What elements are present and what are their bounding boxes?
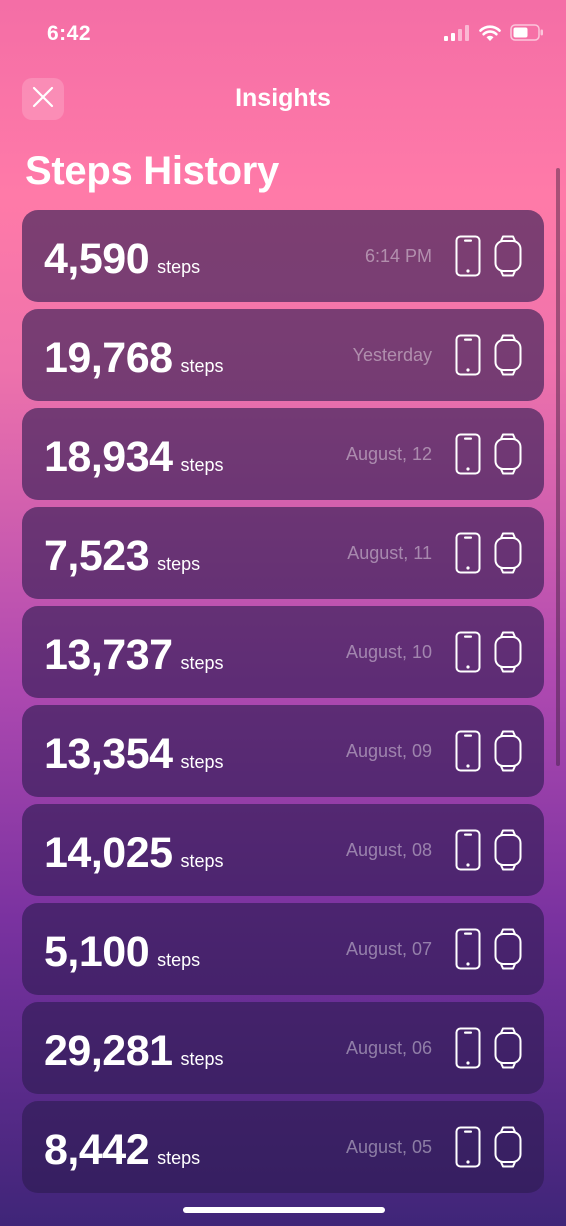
history-row[interactable]: 5,100 steps August, 07	[22, 903, 544, 995]
device-icons	[455, 334, 523, 381]
device-icons	[455, 829, 523, 876]
step-count: 29,281 steps	[44, 1027, 224, 1076]
home-indicator[interactable]	[183, 1207, 385, 1213]
row-date: August, 10	[345, 642, 432, 662]
watch-icon	[493, 334, 523, 381]
device-icons	[455, 1126, 523, 1173]
history-row[interactable]: 13,354 steps August, 09	[22, 705, 544, 797]
step-count-value: 8,442	[44, 1126, 150, 1174]
row-date: August, 11	[347, 543, 432, 563]
page-title: Steps History	[25, 149, 279, 193]
step-count-unit: steps	[157, 1148, 201, 1168]
phone-icon	[455, 334, 481, 381]
phone-icon	[455, 433, 481, 480]
row-date: Yesterday	[352, 345, 432, 365]
status-icons	[444, 24, 544, 46]
phone-icon	[455, 1126, 481, 1173]
scrollbar[interactable]	[556, 168, 560, 766]
row-date: 6:14 PM	[364, 246, 432, 266]
step-count-unit: steps	[157, 257, 201, 277]
step-count-unit: steps	[180, 1049, 224, 1069]
watch-icon	[493, 631, 523, 678]
watch-icon	[493, 433, 523, 480]
row-date: August, 07	[345, 939, 432, 959]
cellular-signal-icon	[444, 24, 470, 46]
history-row[interactable]: 19,768 steps Yesterday	[22, 309, 544, 401]
step-count: 8,442 steps	[44, 1126, 200, 1175]
step-count: 14,025 steps	[44, 829, 224, 878]
history-row[interactable]: 4,590 steps 6:14 PM	[22, 210, 544, 302]
device-icons	[455, 532, 523, 579]
history-row[interactable]: 18,934 steps August, 12	[22, 408, 544, 500]
status-time: 6:42	[47, 22, 92, 45]
phone-icon	[455, 730, 481, 777]
step-count-unit: steps	[180, 851, 224, 871]
phone-icon	[455, 532, 481, 579]
step-count-value: 19,768	[44, 334, 173, 382]
watch-icon	[493, 235, 523, 282]
watch-icon	[493, 829, 523, 876]
status-bar: 6:42	[0, 0, 566, 60]
phone-icon	[455, 235, 481, 282]
step-count-unit: steps	[157, 554, 201, 574]
step-count-value: 29,281	[44, 1027, 173, 1075]
step-count-unit: steps	[180, 356, 224, 376]
phone-icon	[455, 928, 481, 975]
step-count: 18,934 steps	[44, 433, 224, 482]
phone-icon	[455, 829, 481, 876]
step-count-unit: steps	[157, 950, 201, 970]
watch-icon	[493, 928, 523, 975]
battery-icon	[510, 24, 544, 46]
watch-icon	[493, 730, 523, 777]
step-count-value: 5,100	[44, 928, 150, 976]
wifi-icon	[479, 24, 501, 46]
step-count-value: 13,737	[44, 631, 173, 679]
row-date: August, 06	[345, 1038, 432, 1058]
phone-icon	[455, 1027, 481, 1074]
step-count-value: 13,354	[44, 730, 173, 778]
step-count-value: 7,523	[44, 532, 150, 580]
row-date: August, 12	[345, 444, 432, 464]
step-count-value: 14,025	[44, 829, 173, 877]
history-row[interactable]: 14,025 steps August, 08	[22, 804, 544, 896]
device-icons	[455, 1027, 523, 1074]
step-count-unit: steps	[180, 752, 224, 772]
step-count: 19,768 steps	[44, 334, 224, 383]
device-icons	[455, 928, 523, 975]
row-date: August, 08	[345, 840, 432, 860]
phone-icon	[455, 631, 481, 678]
step-count: 5,100 steps	[44, 928, 200, 977]
step-count: 4,590 steps	[44, 235, 200, 284]
step-count-value: 4,590	[44, 235, 150, 283]
history-row[interactable]: 7,523 steps August, 11	[22, 507, 544, 599]
device-icons	[455, 730, 523, 777]
row-date: August, 05	[345, 1137, 432, 1157]
history-row[interactable]: 8,442 steps August, 05	[22, 1101, 544, 1193]
step-count-unit: steps	[180, 653, 224, 673]
step-count-unit: steps	[180, 455, 224, 475]
history-row[interactable]: 29,281 steps August, 06	[22, 1002, 544, 1094]
nav-title: Insights	[235, 84, 331, 112]
row-date: August, 09	[345, 741, 432, 761]
step-count: 7,523 steps	[44, 532, 200, 581]
watch-icon	[493, 532, 523, 579]
device-icons	[455, 631, 523, 678]
step-count-value: 18,934	[44, 433, 173, 481]
step-count: 13,737 steps	[44, 631, 224, 680]
device-icons	[455, 433, 523, 480]
watch-icon	[493, 1027, 523, 1074]
device-icons	[455, 235, 523, 282]
step-count: 13,354 steps	[44, 730, 224, 779]
watch-icon	[493, 1126, 523, 1173]
steps-history-list: 4,590 steps 6:14 PM 19,768 steps Yesterday 18,…	[22, 210, 544, 1200]
history-row[interactable]: 13,737 steps August, 10	[22, 606, 544, 698]
